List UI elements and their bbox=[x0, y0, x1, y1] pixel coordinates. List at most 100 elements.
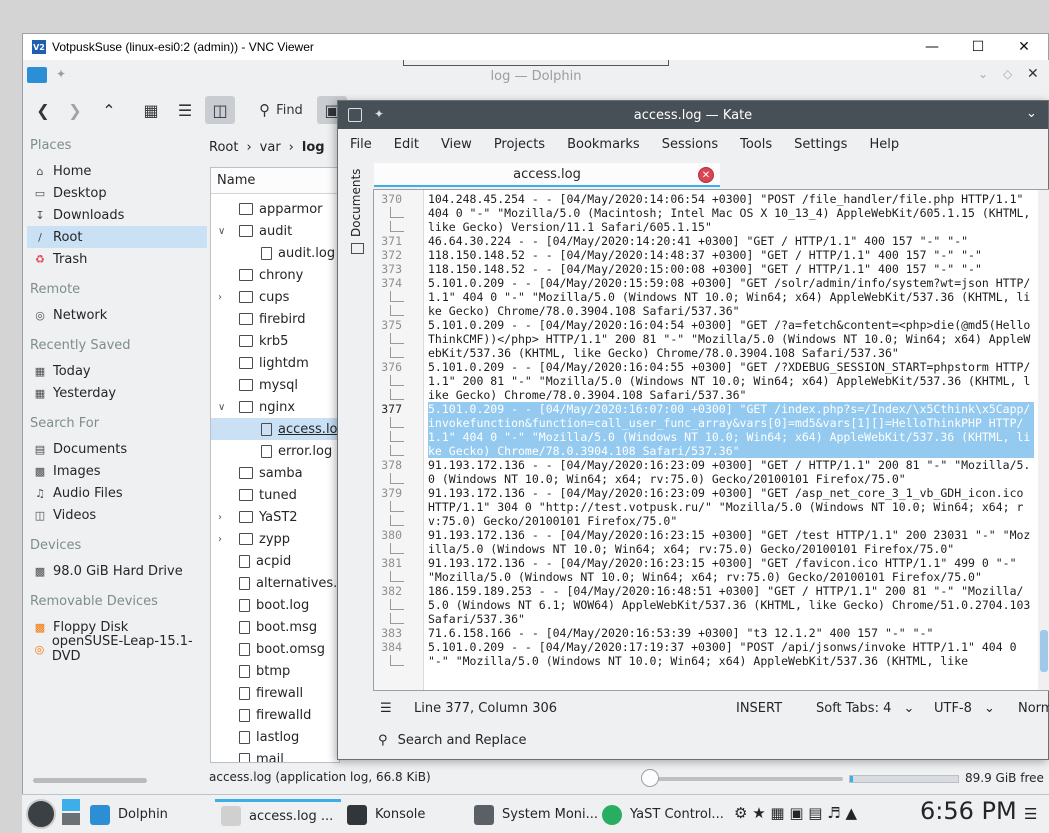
file-tree-row[interactable]: audit.log bbox=[211, 242, 339, 264]
code-line[interactable]: 5.101.0.209 - - [04/May/2020:16:07:00 +0… bbox=[428, 402, 1034, 458]
file-tree-row[interactable]: acpid bbox=[211, 550, 339, 572]
chevron-right-icon[interactable]: › bbox=[218, 512, 222, 523]
code-line[interactable]: 71.6.158.166 - - [04/May/2020:16:53:39 +… bbox=[428, 626, 1034, 640]
search-documents[interactable]: ▤ Documents bbox=[27, 438, 207, 460]
menu-sessions[interactable]: Sessions bbox=[662, 137, 718, 152]
file-tree-row[interactable]: access.log bbox=[211, 418, 339, 440]
file-tree-row[interactable]: › cups bbox=[211, 286, 339, 308]
input-mode[interactable]: INSERT bbox=[736, 701, 782, 716]
code-line[interactable]: 91.193.172.136 - - [04/May/2020:16:23:09… bbox=[428, 458, 1034, 486]
menu-bookmarks[interactable]: Bookmarks bbox=[567, 137, 640, 152]
editor-scrollbar-thumb[interactable] bbox=[1040, 630, 1048, 672]
pager-icon[interactable] bbox=[62, 799, 82, 829]
code-line[interactable]: 118.150.148.52 - - [04/May/2020:14:48:37… bbox=[428, 248, 1034, 262]
place-trash[interactable]: ♻ Trash bbox=[27, 248, 207, 270]
close-button[interactable]: ✕ bbox=[1001, 34, 1047, 60]
menu-settings[interactable]: Settings bbox=[794, 137, 847, 152]
file-tree-row[interactable]: boot.msg bbox=[211, 616, 339, 638]
file-tree-row[interactable]: firebird bbox=[211, 308, 339, 330]
diamond-icon[interactable]: ◇ bbox=[1003, 67, 1012, 81]
device-hard-drive[interactable]: ▩ 98.0 GiB Hard Drive bbox=[27, 560, 207, 582]
file-tree-row[interactable]: mysql bbox=[211, 374, 339, 396]
minimize-button[interactable]: — bbox=[909, 34, 955, 60]
file-tree-row[interactable]: apparmor bbox=[211, 198, 339, 220]
file-tree-row[interactable]: lightdm bbox=[211, 352, 339, 374]
tab-access-log[interactable]: access.log ✕ bbox=[374, 163, 720, 187]
places-scrollbar[interactable] bbox=[33, 778, 147, 783]
search-videos[interactable]: ◫ Videos bbox=[27, 504, 207, 526]
task-konsole[interactable]: Konsole bbox=[347, 799, 425, 830]
documents-tab-label[interactable]: Documents bbox=[349, 169, 363, 237]
file-tree-row[interactable]: boot.omsg bbox=[211, 638, 339, 660]
place-downloads[interactable]: ↧ Downloads bbox=[27, 204, 207, 226]
editor-scrollbar[interactable] bbox=[1038, 190, 1049, 690]
file-tree-row[interactable]: › zypp bbox=[211, 528, 339, 550]
file-tree-row[interactable]: btmp bbox=[211, 660, 339, 682]
menu-tools[interactable]: Tools bbox=[740, 137, 772, 152]
clock[interactable]: 6:56 PM bbox=[920, 797, 1017, 825]
crumb-root[interactable]: Root bbox=[209, 140, 238, 155]
place-yesterday[interactable]: ▦ Yesterday bbox=[27, 382, 207, 404]
task-system-monitor[interactable]: System Moni... bbox=[474, 799, 598, 830]
forward-icon[interactable]: ❯ bbox=[63, 96, 87, 124]
file-tree-row[interactable]: boot.log bbox=[211, 594, 339, 616]
file-tree-row[interactable]: chrony bbox=[211, 264, 339, 286]
code-line[interactable]: 5.101.0.209 - - [04/May/2020:16:04:54 +0… bbox=[428, 318, 1034, 360]
device-dvd[interactable]: ◎ openSUSE-Leap-15.1-DVD bbox=[27, 634, 207, 664]
tray-icons[interactable]: ⚙ ★ ▦ ▣ ▤ ♬ ▲ bbox=[734, 804, 857, 822]
file-tree-row[interactable]: › YaST2 bbox=[211, 506, 339, 528]
search-audio[interactable]: ♫ Audio Files bbox=[27, 482, 207, 504]
search-replace-button[interactable]: ⚲ Search and Replace bbox=[378, 733, 526, 748]
list-icon[interactable]: ☰ bbox=[380, 701, 392, 716]
details-view-icon[interactable]: ◫ bbox=[205, 96, 235, 124]
chevron-down-icon[interactable]: ∨ bbox=[218, 226, 225, 237]
code-line[interactable]: 186.159.189.253 - - [04/May/2020:16:48:5… bbox=[428, 584, 1034, 626]
pin-icon[interactable]: ✦ bbox=[374, 107, 384, 121]
tab-settings[interactable]: Soft Tabs: 4 ⌄ bbox=[816, 701, 914, 716]
chevron-right-icon[interactable]: › bbox=[218, 534, 222, 545]
chevron-right-icon[interactable]: › bbox=[218, 292, 222, 303]
icons-view-icon[interactable]: ▦ bbox=[137, 96, 165, 124]
code-editor[interactable]: 370 371 372 373 374 375 376 377 378 379 380 381 382 3… bbox=[373, 189, 1049, 691]
search-images[interactable]: ▩ Images bbox=[27, 460, 207, 482]
menu-edit[interactable]: Edit bbox=[394, 137, 419, 152]
folder-icon[interactable] bbox=[351, 243, 364, 254]
file-tree-row[interactable]: krb5 bbox=[211, 330, 339, 352]
task-yast[interactable]: YaST Control... bbox=[602, 799, 724, 830]
menu-file[interactable]: File bbox=[350, 137, 372, 152]
app-launcher-icon[interactable] bbox=[26, 799, 56, 829]
crumb-var[interactable]: var bbox=[260, 140, 281, 155]
file-tree-row[interactable]: samba bbox=[211, 462, 339, 484]
kate-titlebar[interactable]: ✦ access.log — Kate ⌄ bbox=[338, 101, 1048, 129]
code-line[interactable]: 118.150.148.52 - - [04/May/2020:15:00:08… bbox=[428, 262, 1034, 276]
dolphin-titlebar[interactable]: ✦ log — Dolphin ⌄ ◇ ✕ bbox=[23, 60, 1049, 92]
find-button[interactable]: ⚲ Find bbox=[251, 96, 311, 124]
code-line[interactable]: 5.101.0.209 - - [04/May/2020:17:19:37 +0… bbox=[428, 640, 1034, 668]
syntax-mode[interactable]: Norm bbox=[1018, 701, 1049, 716]
maximize-button[interactable]: ☐ bbox=[955, 34, 1001, 60]
encoding-selector[interactable]: UTF-8 ⌄ bbox=[934, 701, 995, 716]
chevron-down-icon[interactable]: ∨ bbox=[218, 402, 225, 413]
menu-help[interactable]: Help bbox=[869, 137, 899, 152]
file-tree-row[interactable]: ∨ audit bbox=[211, 220, 339, 242]
code-line[interactable]: 91.193.172.136 - - [04/May/2020:16:23:09… bbox=[428, 486, 1034, 528]
place-desktop[interactable]: ▭ Desktop bbox=[27, 182, 207, 204]
file-tree-row[interactable]: tuned bbox=[211, 484, 339, 506]
chevron-down-icon[interactable]: ⌄ bbox=[1026, 106, 1037, 121]
code-line[interactable]: 91.193.172.136 - - [04/May/2020:16:23:15… bbox=[428, 528, 1034, 556]
place-network[interactable]: ◎ Network bbox=[27, 304, 207, 326]
place-today[interactable]: ▦ Today bbox=[27, 360, 207, 382]
dolphin-close-icon[interactable]: ✕ bbox=[1027, 66, 1039, 82]
code-line[interactable]: 5.101.0.209 - - [04/May/2020:16:04:55 +0… bbox=[428, 360, 1034, 402]
column-header-name[interactable]: Name bbox=[211, 168, 339, 194]
tab-close-icon[interactable]: ✕ bbox=[698, 167, 714, 183]
code-line[interactable]: 46.64.30.224 - - [04/May/2020:14:20:41 +… bbox=[428, 234, 1034, 248]
place-root[interactable]: / Root bbox=[27, 226, 207, 248]
file-tree-row[interactable]: lastlog bbox=[211, 726, 339, 748]
file-tree-row[interactable]: mail bbox=[211, 748, 339, 762]
file-tree-row[interactable]: firewall bbox=[211, 682, 339, 704]
code-line[interactable]: 5.101.0.209 - - [04/May/2020:15:59:08 +0… bbox=[428, 276, 1034, 318]
file-tree-row[interactable]: firewalld bbox=[211, 704, 339, 726]
place-home[interactable]: ⌂ Home bbox=[27, 160, 207, 182]
documents-sidebar[interactable]: Documents bbox=[343, 161, 373, 281]
